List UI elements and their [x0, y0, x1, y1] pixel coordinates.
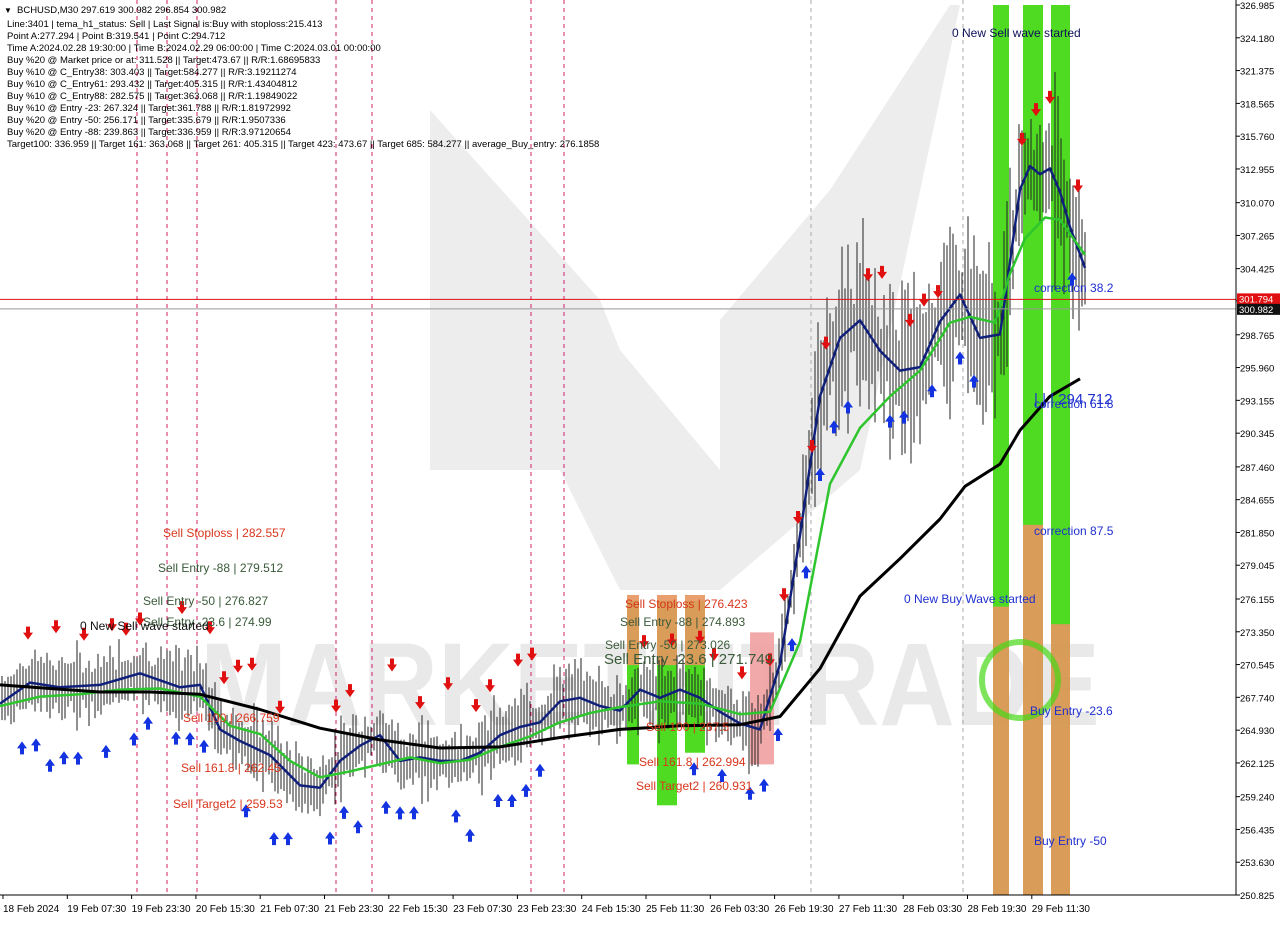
- y-tick-label: 304.425: [1240, 265, 1274, 276]
- annotation-label: Sell 100 | 267.5: [646, 720, 730, 734]
- info-line: Buy %20 @ Market price or at: 311.528 ||…: [7, 55, 320, 66]
- y-tick-label: 276.155: [1240, 595, 1274, 606]
- annotation-label: Sell Entry -88 | 279.512: [158, 561, 284, 575]
- symbol-collapse-icon: ▼: [4, 6, 12, 15]
- y-tick-label: 310.070: [1240, 199, 1274, 210]
- y-tick-label: 281.850: [1240, 528, 1274, 539]
- y-tick-label: 287.460: [1240, 463, 1274, 474]
- y-tick-label: 279.045: [1240, 561, 1274, 572]
- x-tick-label: 20 Feb 15:30: [196, 904, 255, 915]
- info-line: Buy %10 @ C_Entry61: 293.432 || Target:4…: [7, 79, 297, 90]
- x-tick-label: 19 Feb 07:30: [67, 904, 126, 915]
- y-tick-label: 284.655: [1240, 496, 1274, 507]
- x-tick-label: 19 Feb 23:30: [132, 904, 191, 915]
- annotation-label: Sell Target2 | 259.53: [173, 797, 283, 811]
- y-tick-label: 298.765: [1240, 331, 1274, 342]
- annotation-label: | | | 294.712: [1034, 391, 1112, 408]
- annotation-label: Sell Entry -23.6 | 271.749: [604, 651, 773, 668]
- annotation-label: Sell Entry -50 | 273.026: [605, 638, 731, 652]
- x-tick-label: 26 Feb 19:30: [775, 904, 834, 915]
- annotation-label: Sell Stoploss | 276.423: [625, 597, 748, 611]
- y-tick-label: 318.565: [1240, 99, 1274, 110]
- y-tick-label: 256.435: [1240, 825, 1274, 836]
- y-tick-label: 293.155: [1240, 396, 1274, 407]
- price-tag-sell-label: 301.794: [1239, 294, 1273, 305]
- annotation-label: correction 87.5: [1034, 524, 1114, 538]
- x-tick-label: 18 Feb 2024: [3, 904, 60, 915]
- info-line: Line:3401 | tema_h1_status: Sell | Last …: [7, 19, 322, 30]
- annotation-label: Sell 100 | 266.759: [183, 711, 280, 725]
- info-line: Point A:277.294 | Point B:319.541 | Poin…: [7, 31, 225, 42]
- info-line: Buy %10 @ Entry -23: 267.324 || Target:3…: [7, 103, 291, 114]
- y-tick-label: 264.930: [1240, 726, 1274, 737]
- info-line: Buy %20 @ Entry -50: 256.171 || Target:3…: [7, 115, 286, 126]
- price-tag-current-label: 300.982: [1239, 305, 1273, 316]
- y-tick-label: 267.740: [1240, 693, 1274, 704]
- y-tick-label: 270.545: [1240, 661, 1274, 672]
- info-line: Time A:2024.02.28 19:30:00 | Time B:2024…: [7, 43, 381, 54]
- x-tick-label: 21 Feb 23:30: [325, 904, 384, 915]
- info-line: Buy %20 @ Entry -88: 239.863 || Target:3…: [7, 127, 291, 138]
- y-tick-label: 324.180: [1240, 34, 1274, 45]
- x-tick-label: 28 Feb 03:30: [903, 904, 962, 915]
- y-tick-label: 312.955: [1240, 165, 1274, 176]
- y-tick-label: 250.825: [1240, 891, 1274, 902]
- annotation-label: Sell Entry -50 | 276.827: [143, 594, 269, 608]
- annotation-label: Sell 161.8 | 262.994: [639, 755, 746, 769]
- y-tick-label: 253.630: [1240, 858, 1274, 869]
- annotation-label: Buy Entry -23.6: [1030, 704, 1113, 718]
- annotation-label: Buy Entry -50: [1034, 834, 1107, 848]
- y-tick-label: 262.125: [1240, 759, 1274, 770]
- x-tick-label: 22 Feb 15:30: [389, 904, 448, 915]
- annotation-label: 0 New Sell wave started: [952, 26, 1081, 40]
- x-tick-label: 28 Feb 19:30: [968, 904, 1027, 915]
- y-tick-label: 315.760: [1240, 132, 1274, 143]
- annotation-label: Sell Stoploss | 282.557: [163, 526, 286, 540]
- info-line: Buy %10 @ C_Entry88: 282.575 || Target:3…: [7, 91, 297, 102]
- annotation-label: correction 38.2: [1034, 281, 1114, 295]
- y-tick-label: 273.350: [1240, 628, 1274, 639]
- x-tick-label: 26 Feb 03:30: [710, 904, 769, 915]
- annotation-label: Sell 161.8 | 262.45: [181, 761, 281, 775]
- x-tick-label: 23 Feb 07:30: [453, 904, 512, 915]
- annotation-label: 0 New Buy Wave started: [904, 592, 1036, 606]
- y-tick-label: 259.240: [1240, 793, 1274, 804]
- chart-root: MARKETZITRADE 0 New Sell wave startedcor…: [0, 0, 1280, 920]
- annotation-label: Sell Target2 | 260.931: [636, 779, 753, 793]
- y-tick-label: 326.985: [1240, 1, 1274, 12]
- info-line: Buy %10 @ C_Entry38: 303.403 || Target:5…: [7, 67, 297, 78]
- info-line: Target100: 336.959 || Target 161: 363.06…: [7, 139, 599, 150]
- x-tick-label: 27 Feb 11:30: [839, 904, 898, 915]
- x-tick-label: 23 Feb 23:30: [517, 904, 576, 915]
- annotation-label: Sell Entry -88 | 274.893: [620, 615, 746, 629]
- y-tick-label: 290.345: [1240, 429, 1274, 440]
- symbol-line: BCHUSD,M30 297.619 300.982 296.854 300.9…: [17, 5, 226, 16]
- y-tick-label: 307.265: [1240, 231, 1274, 242]
- annotation-label: 0 New Sell wave started: [80, 619, 209, 633]
- x-tick-label: 24 Feb 15:30: [582, 904, 641, 915]
- y-tick-label: 295.960: [1240, 364, 1274, 375]
- price-chart[interactable]: MARKETZITRADE 0 New Sell wave startedcor…: [0, 0, 1280, 920]
- x-tick-label: 29 Feb 11:30: [1032, 904, 1091, 915]
- y-tick-label: 321.375: [1240, 67, 1274, 78]
- x-tick-label: 21 Feb 07:30: [260, 904, 319, 915]
- x-tick-label: 25 Feb 11:30: [646, 904, 705, 915]
